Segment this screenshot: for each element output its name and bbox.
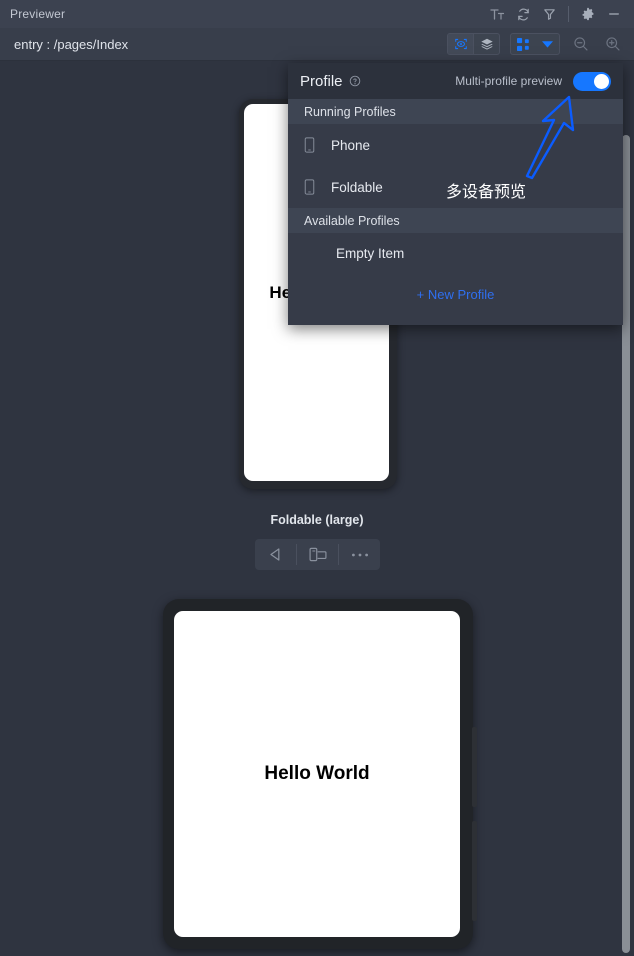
zoom-out-icon[interactable] [570, 33, 592, 55]
help-circle-icon[interactable] [349, 75, 361, 87]
profile-item-label: Empty Item [336, 245, 405, 261]
vertical-scrollbar[interactable] [622, 135, 630, 953]
more-options-button[interactable] [339, 539, 380, 570]
profile-item-label: Foldable [331, 179, 383, 195]
phone-device-icon [304, 137, 315, 153]
titlebar-icon-group [485, 0, 634, 28]
foldable-controls [255, 539, 380, 570]
foldable-preview-text: Hello World [264, 763, 370, 784]
new-profile-button[interactable]: + New Profile [288, 273, 623, 315]
profile-item-empty[interactable]: Empty Item [288, 233, 623, 273]
profile-dropdown-trigger[interactable] [510, 33, 560, 55]
toggle-knob [594, 73, 609, 89]
entry-path-label: entry : /pages/Index [14, 36, 129, 52]
section-heading-running: Running Profiles [288, 99, 623, 124]
settings-gear-icon[interactable] [576, 1, 600, 27]
profile-grid-icon[interactable] [511, 34, 535, 54]
foldable-device-icon [304, 179, 315, 195]
window-titlebar: Previewer [0, 0, 634, 28]
zoom-in-icon[interactable] [602, 33, 624, 55]
profile-panel-header: Profile Multi-profile preview [288, 63, 623, 99]
profile-item-phone[interactable]: Phone [288, 124, 623, 166]
titlebar-divider [568, 6, 569, 22]
preview-toolbar: entry : /pages/Index [0, 28, 634, 61]
device-volume-button [472, 727, 477, 807]
layers-icon[interactable] [474, 34, 499, 54]
device-power-button [472, 821, 477, 921]
inspector-layers-group [447, 33, 500, 55]
inspector-icon[interactable] [448, 34, 473, 54]
foldable-preview-frame[interactable]: Hello World [163, 599, 477, 949]
chevron-down-icon[interactable] [535, 34, 559, 54]
refresh-icon[interactable] [511, 1, 535, 27]
foldable-caption: Foldable (large) [270, 513, 364, 527]
multi-profile-toggle[interactable] [573, 71, 611, 91]
profile-item-label: Phone [331, 137, 371, 153]
minimize-icon[interactable] [602, 1, 626, 27]
plug-icon[interactable] [537, 1, 561, 27]
annotation-text: 多设备预览 [446, 182, 527, 201]
new-profile-label: + New Profile [416, 286, 495, 302]
foldable-preview-screen[interactable]: Hello World [174, 611, 460, 937]
font-size-icon[interactable] [485, 1, 509, 27]
fold-unfold-button[interactable] [297, 539, 338, 570]
rotate-back-button[interactable] [255, 539, 296, 570]
multi-profile-toggle-label: Multi-profile preview [455, 74, 562, 88]
toolbar-right-group [447, 33, 634, 55]
section-heading-available: Available Profiles [288, 208, 623, 233]
previewer-window: Previewer entry: /pages/Index Foldable … [0, 0, 634, 956]
profile-panel-title: Profile [300, 72, 343, 90]
window-title: Previewer [10, 7, 66, 21]
